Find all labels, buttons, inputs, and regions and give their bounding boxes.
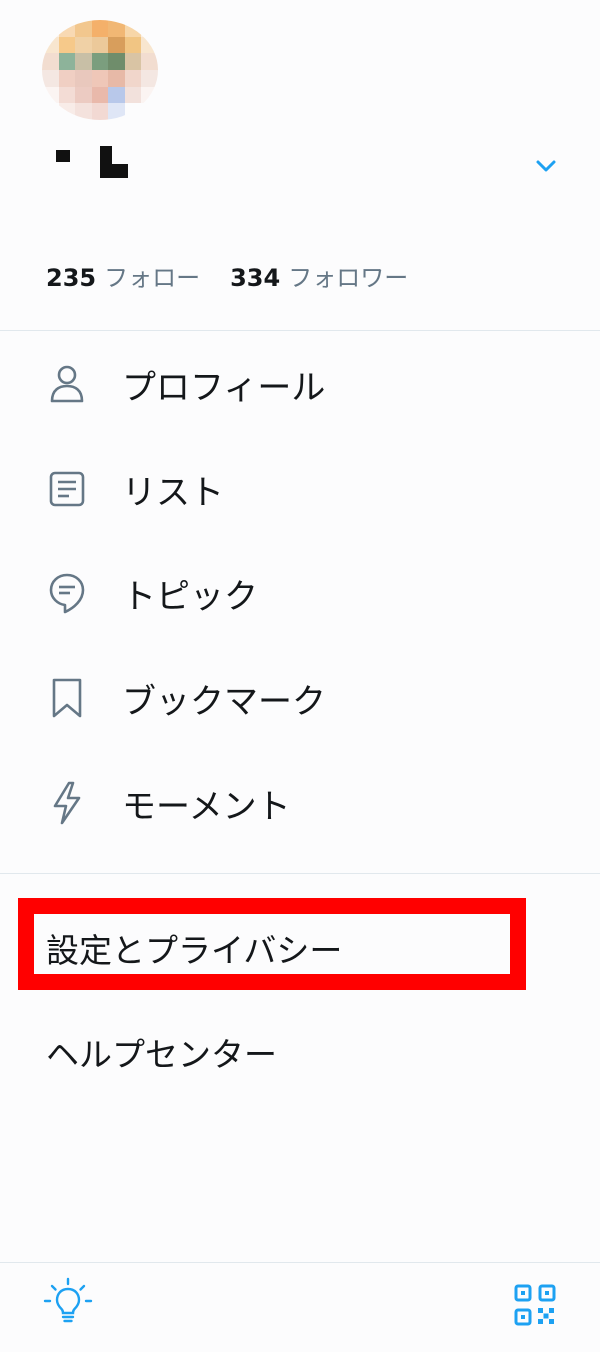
followers-link[interactable]: 334 フォロワー: [230, 258, 408, 293]
topic-icon: [46, 572, 88, 614]
menu-item-label: ブックマーク: [122, 681, 326, 722]
menu-item-label: モーメント: [122, 786, 291, 827]
display-name-redacted: [56, 146, 130, 180]
chevron-down-icon: [536, 160, 556, 172]
menu-item-bookmarks[interactable]: ブックマーク: [0, 662, 600, 734]
menu-item-label: リスト: [122, 472, 224, 513]
qr-code-icon[interactable]: [514, 1284, 556, 1326]
help-center-link[interactable]: ヘルプセンター: [46, 1028, 277, 1076]
following-label: フォロー: [104, 264, 201, 292]
lightning-icon: [46, 781, 88, 825]
list-icon: [46, 468, 88, 510]
menu-item-lists[interactable]: リスト: [0, 453, 600, 525]
divider: [0, 873, 600, 874]
bookmark-icon: [46, 677, 88, 719]
follow-stats: 235 フォロー 334 フォロワー: [46, 258, 408, 292]
menu-item-topics[interactable]: トピック: [0, 557, 600, 629]
menu-item-label: トピック: [122, 576, 258, 617]
lightbulb-icon[interactable]: [42, 1276, 94, 1328]
person-icon: [46, 363, 88, 405]
divider: [0, 330, 600, 331]
following-link[interactable]: 235 フォロー: [46, 258, 200, 293]
avatar[interactable]: [42, 20, 158, 120]
followers-count: 334: [230, 264, 281, 292]
menu-item-profile[interactable]: プロフィール: [0, 348, 600, 420]
menu-item-label: プロフィール: [122, 367, 326, 408]
highlight-annotation-box: [18, 898, 526, 990]
following-count: 235: [46, 264, 97, 292]
menu-item-moments[interactable]: モーメント: [0, 767, 600, 839]
account-switcher-button[interactable]: [534, 154, 558, 178]
bottom-bar: [0, 1262, 600, 1352]
followers-label: フォロワー: [288, 264, 409, 292]
